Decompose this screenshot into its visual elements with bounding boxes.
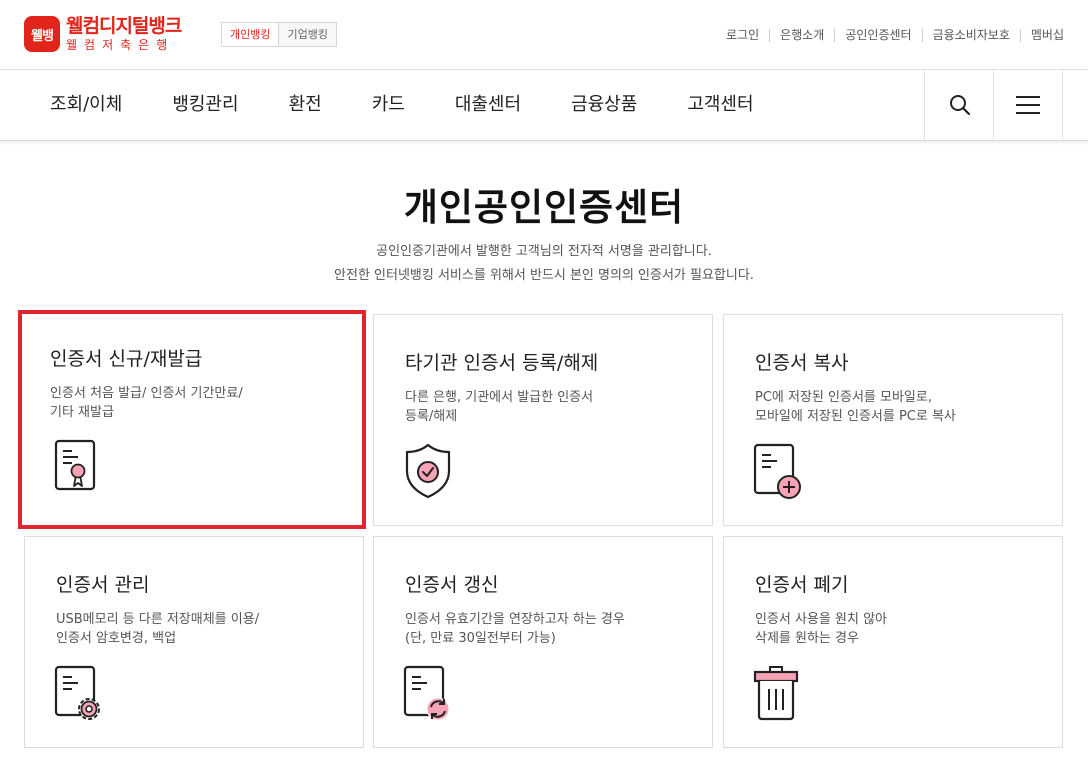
all-menu-button[interactable] (993, 70, 1063, 140)
hamburger-menu-icon (1016, 96, 1040, 114)
login-link[interactable]: 로그인 (716, 29, 769, 42)
consumer-protection-link[interactable]: 금융소비자보호 (921, 29, 1020, 42)
card-desc-line: 다른 은행, 기관에서 발급한 인증서 (405, 390, 594, 405)
search-button[interactable] (924, 70, 994, 140)
tab-personal-banking[interactable]: 개인뱅킹 (221, 22, 280, 47)
gnb-menu: 조회/이체 뱅킹관리 환전 카드 대출센터 금융상품 고객센터 (25, 70, 779, 140)
card-description: 인증서 처음 발급/ 인증서 기간만료/ 기타 재발급 (50, 384, 340, 422)
card-description: USB메모리 등 다른 저장매체를 이용/ 인증서 암호변경, 백업 (56, 610, 346, 648)
logo-subname: 웰컴저축은행 (66, 38, 175, 52)
nav-inquiry-transfer[interactable]: 조회/이체 (25, 70, 147, 140)
card-desc-line: 등록/해제 (405, 409, 458, 424)
card-description: 인증서 사용을 원치 않아 삭제를 원하는 경우 (755, 610, 1045, 648)
card-desc-line: 인증서 사용을 원치 않아 (755, 612, 887, 627)
nav-customer-center[interactable]: 고객센터 (662, 70, 778, 140)
card-desc-line: 인증서 처음 발급/ 인증서 기간만료/ (50, 386, 243, 401)
tab-business-banking[interactable]: 기업뱅킹 (279, 22, 337, 47)
nav-loan-center[interactable]: 대출센터 (430, 70, 546, 140)
membership-link[interactable]: 멤버십 (1019, 29, 1064, 42)
document-plus-icon (753, 443, 801, 499)
card-cert-management[interactable]: 인증서 관리 USB메모리 등 다른 저장매체를 이용/ 인증서 암호변경, 백… (24, 536, 364, 748)
top-header: 웰뱅 웰컴디지털뱅크 웰컴저축은행 개인뱅킹 기업뱅킹 로그인 은행소개 공인인… (0, 0, 1088, 70)
banking-type-tabs: 개인뱅킹 기업뱅킹 (221, 22, 337, 47)
card-title: 인증서 폐기 (755, 574, 849, 596)
logo-badge: 웰뱅 (24, 16, 60, 52)
card-cert-new-reissue[interactable]: 인증서 신규/재발급 인증서 처음 발급/ 인증서 기간만료/ 기타 재발급 (18, 310, 366, 529)
trash-icon (753, 666, 799, 721)
card-desc-line: (단, 만료 30일전부터 가능) (405, 631, 556, 646)
card-desc-line: 기타 재발급 (50, 405, 114, 420)
card-external-cert-register[interactable]: 타기관 인증서 등록/해제 다른 은행, 기관에서 발급한 인증서 등록/해제 (373, 314, 713, 526)
card-title: 인증서 복사 (755, 352, 849, 374)
cert-center-link[interactable]: 공인인증센터 (834, 29, 921, 42)
logo-text: 웰컴디지털뱅크 웰컴저축은행 (66, 15, 182, 52)
card-description: PC에 저장된 인증서를 모바일로, 모바일에 저장된 인증서를 PC로 복사 (755, 388, 1045, 426)
card-description: 다른 은행, 기관에서 발급한 인증서 등록/해제 (405, 388, 695, 426)
page-description: 공인인증기관에서 발행한 고객님의 전자적 서명을 관리합니다. 안전한 인터넷… (0, 240, 1088, 288)
card-cert-renewal[interactable]: 인증서 갱신 인증서 유효기간을 연장하고자 하는 경우 (단, 만료 30일전… (373, 536, 713, 748)
page-description-line-1: 공인인증기관에서 발행한 고객님의 전자적 서명을 관리합니다. (376, 244, 712, 259)
page-title: 개인공인인증센터 (403, 186, 685, 229)
card-cert-revoke[interactable]: 인증서 폐기 인증서 사용을 원치 않아 삭제를 원하는 경우 (723, 536, 1063, 748)
certificate-ribbon-icon (54, 439, 96, 491)
bank-logo[interactable]: 웰뱅 웰컴디지털뱅크 웰컴저축은행 (24, 15, 182, 52)
card-desc-line: 모바일에 저장된 인증서를 PC로 복사 (755, 409, 956, 424)
card-description: 인증서 유효기간을 연장하고자 하는 경우 (단, 만료 30일전부터 가능) (405, 610, 695, 648)
card-desc-line: PC에 저장된 인증서를 모바일로, (755, 390, 932, 405)
shield-check-icon (405, 443, 451, 499)
card-desc-line: 삭제를 원하는 경우 (755, 631, 859, 646)
nav-financial-products[interactable]: 금융상품 (546, 70, 662, 140)
main-navigation: 조회/이체 뱅킹관리 환전 카드 대출센터 금융상품 고객센터 (0, 70, 1088, 141)
nav-card[interactable]: 카드 (347, 70, 430, 140)
card-cert-copy[interactable]: 인증서 복사 PC에 저장된 인증서를 모바일로, 모바일에 저장된 인증서를 … (723, 314, 1063, 526)
nav-exchange[interactable]: 환전 (264, 70, 347, 140)
card-desc-line: 인증서 암호변경, 백업 (56, 631, 177, 646)
card-title: 인증서 관리 (56, 574, 150, 596)
document-refresh-icon (403, 665, 450, 721)
nav-banking-management[interactable]: 뱅킹관리 (147, 70, 263, 140)
search-icon (949, 95, 970, 116)
logo-name: 웰컴디지털뱅크 (66, 15, 182, 37)
utility-links: 로그인 은행소개 공인인증센터 금융소비자보호 멤버십 (716, 29, 1064, 42)
card-desc-line: 인증서 유효기간을 연장하고자 하는 경우 (405, 612, 625, 627)
card-title: 타기관 인증서 등록/해제 (405, 352, 599, 374)
card-title: 인증서 갱신 (405, 574, 499, 596)
card-title: 인증서 신규/재발급 (50, 348, 203, 370)
page-description-line-2: 안전한 인터넷뱅킹 서비스를 위해서 반드시 본인 명의의 인증서가 필요합니다… (334, 268, 754, 283)
bank-intro-link[interactable]: 은행소개 (769, 29, 834, 42)
card-desc-line: USB메모리 등 다른 저장매체를 이용/ (56, 612, 260, 627)
document-gear-icon (54, 665, 100, 720)
